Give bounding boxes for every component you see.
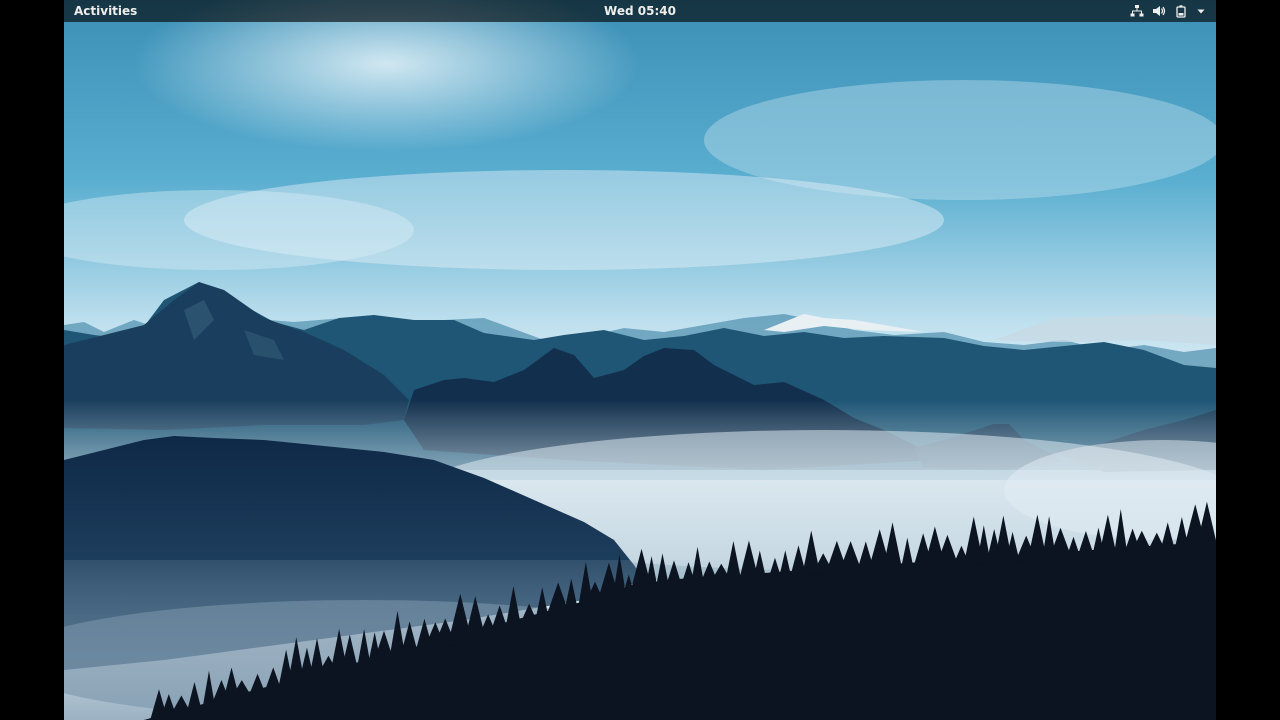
desktop-wallpaper	[64, 0, 1216, 720]
system-tray[interactable]	[1130, 0, 1206, 22]
volume-icon[interactable]	[1152, 4, 1166, 18]
activities-button[interactable]: Activities	[64, 0, 147, 22]
chevron-down-icon[interactable]	[1196, 4, 1206, 18]
clock-button[interactable]: Wed 05:40	[604, 0, 676, 22]
desktop-screen: Activities Wed 05:40	[64, 0, 1216, 720]
battery-icon[interactable]	[1174, 4, 1188, 18]
network-icon[interactable]	[1130, 4, 1144, 18]
top-panel: Activities Wed 05:40	[64, 0, 1216, 22]
